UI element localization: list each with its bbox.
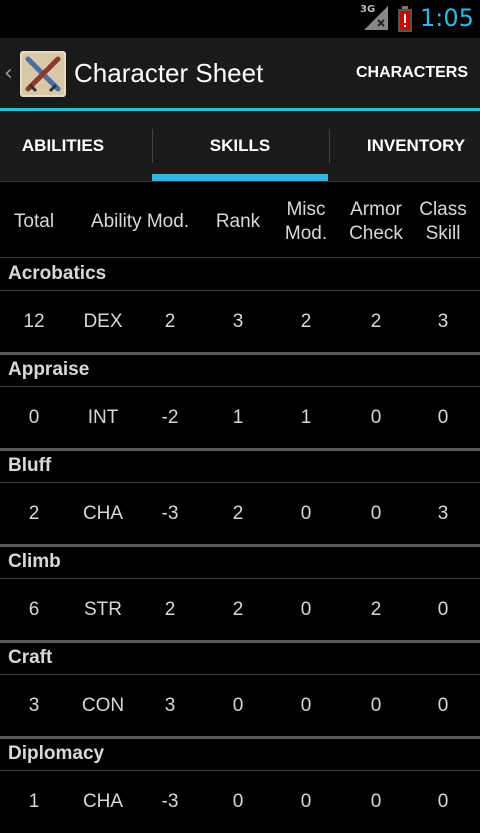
skill-ability-mod: -3 bbox=[161, 791, 179, 812]
column-header-divider bbox=[0, 257, 480, 258]
skill-name: Bluff bbox=[8, 455, 52, 476]
skill-rank: 2 bbox=[232, 599, 244, 620]
status-bar: 3G 1:05 bbox=[0, 0, 480, 38]
skill-misc-mod: 0 bbox=[300, 599, 312, 620]
skill-ability-mod: 2 bbox=[164, 311, 176, 332]
skill-name: Appraise bbox=[8, 359, 90, 380]
tab-skills[interactable]: SKILLS bbox=[152, 111, 328, 181]
column-header-misc-mod: Misc Mod. bbox=[276, 198, 336, 246]
skill-ability-mod: 2 bbox=[164, 599, 176, 620]
column-header-armor-line2: Check bbox=[349, 223, 403, 244]
clock: 1:05 bbox=[420, 4, 474, 32]
skill-misc-mod: 2 bbox=[300, 311, 312, 332]
column-header-rank: Rank bbox=[215, 211, 261, 232]
skill-misc-mod: 0 bbox=[300, 695, 312, 716]
skill-values: 0 INT -2 1 1 0 0 bbox=[0, 387, 480, 449]
column-header-armor-check: Armor Check bbox=[344, 198, 408, 246]
tab-bar: ABILITIES SKILLS INVENTORY bbox=[0, 111, 480, 181]
column-header-total: Total bbox=[13, 211, 55, 232]
skill-misc-mod: 0 bbox=[300, 791, 312, 812]
skill-total: 12 bbox=[23, 311, 45, 332]
skill-ability: CHA bbox=[82, 503, 124, 524]
tab-bar-bottom-border bbox=[0, 181, 480, 182]
skill-rank: 3 bbox=[232, 311, 244, 332]
skill-ability: INT bbox=[87, 407, 119, 428]
skill-misc-mod: 0 bbox=[300, 503, 312, 524]
skill-rank: 1 bbox=[232, 407, 244, 428]
column-header-class-line2: Skill bbox=[425, 223, 461, 244]
skill-class-skill: 0 bbox=[437, 791, 449, 812]
skill-rank: 2 bbox=[232, 503, 244, 524]
skill-rank: 0 bbox=[232, 695, 244, 716]
skill-separator bbox=[0, 544, 480, 547]
skill-ability-mod: -3 bbox=[161, 503, 179, 524]
skill-values: 3 CON 3 0 0 0 0 bbox=[0, 675, 480, 737]
skill-values: 6 STR 2 2 0 2 0 bbox=[0, 579, 480, 641]
tab-inventory[interactable]: INVENTORY bbox=[352, 111, 480, 181]
skill-separator bbox=[0, 640, 480, 643]
page-title: Character Sheet bbox=[74, 58, 264, 88]
skill-total: 3 bbox=[28, 695, 40, 716]
skill-rank: 0 bbox=[232, 791, 244, 812]
column-header-class-line1: Class bbox=[419, 199, 467, 220]
column-header-misc-line2: Mod. bbox=[284, 223, 328, 244]
skill-ability: STR bbox=[84, 599, 122, 620]
signal-icon bbox=[364, 6, 388, 30]
skill-ability-mod: 3 bbox=[164, 695, 176, 716]
app-logo-icon[interactable] bbox=[20, 51, 66, 97]
skill-armor-check: 0 bbox=[370, 503, 382, 524]
skill-name: Climb bbox=[8, 551, 61, 572]
up-navigation-icon[interactable]: ‹ bbox=[4, 61, 13, 86]
skill-armor-check: 0 bbox=[370, 407, 382, 428]
skill-armor-check: 0 bbox=[370, 791, 382, 812]
skill-misc-mod: 1 bbox=[300, 407, 312, 428]
skill-values: 1 CHA -3 0 0 0 0 bbox=[0, 771, 480, 833]
skill-class-skill: 3 bbox=[437, 503, 449, 524]
skill-armor-check: 2 bbox=[370, 311, 382, 332]
skill-total: 0 bbox=[28, 407, 40, 428]
column-header-class-skill: Class Skill bbox=[410, 198, 476, 246]
skill-ability: CON bbox=[81, 695, 125, 716]
skill-name: Diplomacy bbox=[8, 743, 105, 764]
skill-total: 2 bbox=[28, 503, 40, 524]
skill-name: Acrobatics bbox=[8, 263, 107, 284]
column-headers: Total Ability Mod. Rank Misc Mod. Armor … bbox=[0, 183, 480, 257]
column-header-ability-mod: Ability Mod. bbox=[90, 211, 190, 232]
selected-tab-indicator bbox=[152, 174, 328, 181]
skill-values: 12 DEX 2 3 2 2 3 bbox=[0, 291, 480, 353]
tab-abilities[interactable]: ABILITIES bbox=[0, 111, 126, 181]
skill-armor-check: 0 bbox=[370, 695, 382, 716]
battery-alert-icon bbox=[398, 6, 412, 32]
skill-ability: CHA bbox=[82, 791, 124, 812]
skill-class-skill: 3 bbox=[437, 311, 449, 332]
column-header-misc-line1: Misc bbox=[286, 199, 326, 220]
skill-total: 6 bbox=[28, 599, 40, 620]
skill-class-skill: 0 bbox=[437, 695, 449, 716]
skill-ability: DEX bbox=[83, 311, 123, 332]
skill-armor-check: 2 bbox=[370, 599, 382, 620]
skill-total: 1 bbox=[28, 791, 40, 812]
column-header-armor-line1: Armor bbox=[350, 199, 402, 220]
skill-name: Craft bbox=[8, 647, 53, 668]
characters-button[interactable]: CHARACTERS bbox=[356, 64, 468, 82]
skill-values: 2 CHA -3 2 0 0 3 bbox=[0, 483, 480, 545]
skill-separator bbox=[0, 448, 480, 451]
skill-ability-mod: -2 bbox=[161, 407, 179, 428]
skill-class-skill: 0 bbox=[437, 407, 449, 428]
skill-class-skill: 0 bbox=[437, 599, 449, 620]
tab-divider bbox=[329, 129, 330, 163]
